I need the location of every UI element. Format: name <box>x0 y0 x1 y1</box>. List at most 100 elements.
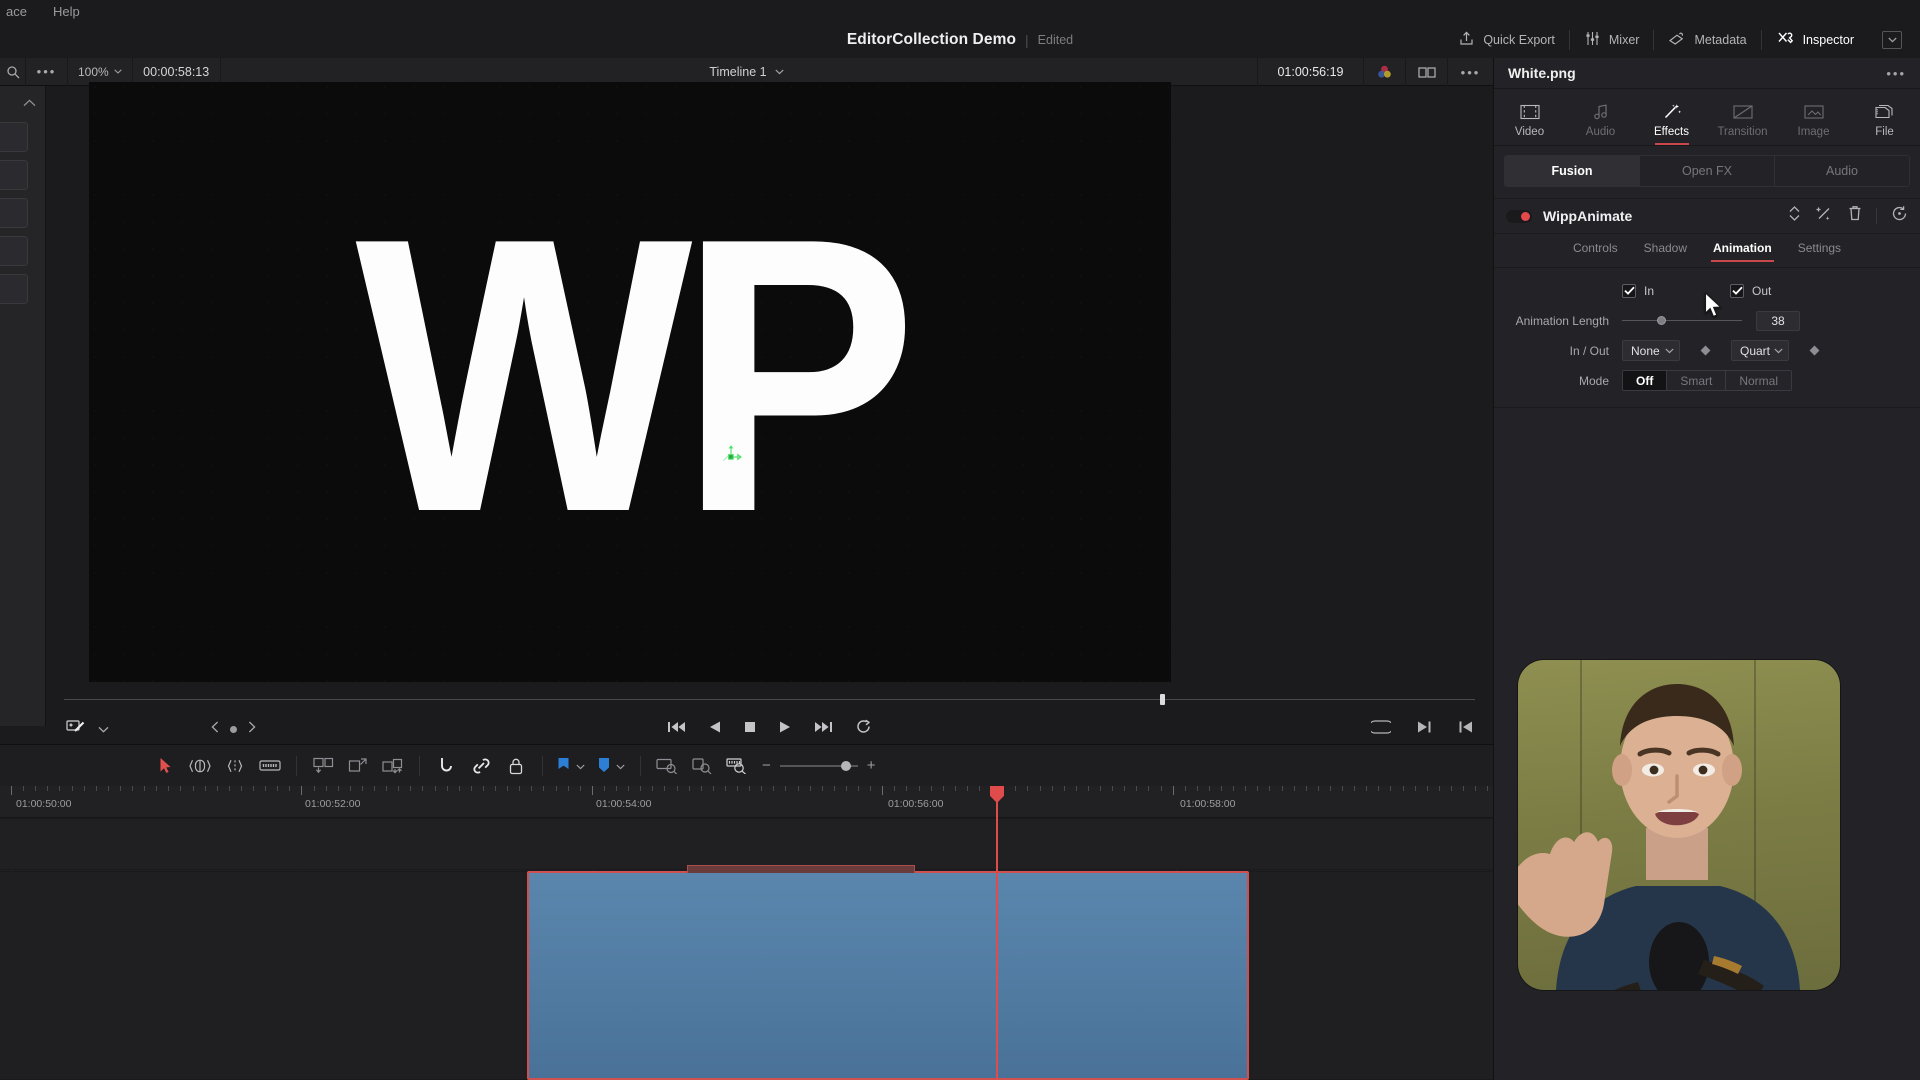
chevrons-updown-icon[interactable] <box>1788 205 1801 227</box>
tab-file[interactable]: File <box>1849 103 1920 145</box>
media-pool-item[interactable] <box>0 236 28 266</box>
collapse-panel-button[interactable] <box>21 96 37 110</box>
jump-to-start-button[interactable] <box>667 720 686 739</box>
transform-gizmo-icon[interactable] <box>718 440 744 466</box>
overwrite-clip-button[interactable] <box>343 752 373 780</box>
safe-area-button[interactable] <box>1368 719 1394 739</box>
zoom-out-button[interactable]: − <box>762 757 771 774</box>
animation-length-slider[interactable] <box>1622 314 1742 328</box>
loop-button[interactable] <box>855 719 872 739</box>
current-timecode[interactable]: 01:00:56:19 <box>1257 58 1363 86</box>
chevron-down-icon[interactable] <box>774 69 784 75</box>
zoom-slider-knob[interactable] <box>840 760 851 771</box>
mark-out-button[interactable] <box>1417 720 1432 739</box>
custom-zoom-icon <box>726 758 746 774</box>
tab-audio[interactable]: Audio <box>1565 104 1636 145</box>
dynamic-trim-tool[interactable] <box>220 752 250 780</box>
timeline-ruler[interactable]: 01:00:50:00 01:00:52:00 01:00:54:00 01:00:5… <box>0 786 1493 818</box>
in-checkbox[interactable] <box>1622 283 1636 298</box>
media-pool-item[interactable] <box>0 122 28 152</box>
split-view-button[interactable] <box>1405 58 1447 86</box>
title-bar: EditorCollection Demo | Edited Quick Exp… <box>0 22 1920 58</box>
trim-edit-tool[interactable] <box>185 752 215 780</box>
zoom-to-fit-button[interactable] <box>652 752 682 780</box>
viewer-more-button[interactable]: ••• <box>1447 58 1493 86</box>
snapping-toggle[interactable] <box>431 752 461 780</box>
linked-selection-toggle[interactable] <box>466 752 496 780</box>
timeline-tracks[interactable] <box>0 818 1493 1080</box>
media-pool-item[interactable] <box>0 274 28 304</box>
insert-clip-button[interactable] <box>308 752 338 780</box>
viewer-canvas[interactable]: WP <box>89 82 1171 682</box>
tab-effects-label: Effects <box>1654 126 1689 138</box>
chevron-down-icon[interactable] <box>616 757 625 775</box>
detail-zoom-button[interactable] <box>687 752 717 780</box>
inspector-button[interactable]: Inspector <box>1762 22 1868 58</box>
reset-icon[interactable] <box>1891 205 1908 227</box>
custom-zoom-button[interactable] <box>722 752 752 780</box>
flag-button[interactable] <box>554 752 573 780</box>
subtab-shadow[interactable]: Shadow <box>1642 241 1689 255</box>
mode-option-normal[interactable]: Normal <box>1726 371 1792 390</box>
panel-caret-button[interactable] <box>1882 31 1902 49</box>
tab-video[interactable]: Video <box>1494 104 1565 145</box>
viewer-scrubber[interactable] <box>64 694 1475 705</box>
out-checkbox[interactable] <box>1730 283 1744 298</box>
replace-clip-button[interactable] <box>378 752 408 780</box>
ellipsis-icon[interactable]: ••• <box>1886 66 1906 81</box>
playhead[interactable] <box>990 786 1004 1080</box>
mode-option-smart[interactable]: Smart <box>1667 371 1727 390</box>
color-management-button[interactable] <box>1363 58 1405 86</box>
tab-openfx[interactable]: Open FX <box>1640 156 1775 186</box>
out-easing-dropdown[interactable]: Quart <box>1731 340 1789 361</box>
tab-effects[interactable]: Effects <box>1636 103 1707 145</box>
slider-knob[interactable] <box>1656 316 1666 325</box>
stop-button[interactable] <box>743 720 757 739</box>
lock-track-toggle[interactable] <box>501 752 531 780</box>
out-keyframe-button[interactable] <box>1809 345 1820 356</box>
animation-length-input[interactable]: 38 <box>1756 310 1800 331</box>
tab-image[interactable]: Image <box>1778 104 1849 145</box>
blade-edit-tool[interactable] <box>255 752 285 780</box>
media-pool-item[interactable] <box>0 198 28 228</box>
play-button[interactable] <box>779 720 792 739</box>
viewer-options-button[interactable]: ••• <box>26 57 68 86</box>
mixer-button[interactable]: Mixer <box>1570 22 1654 58</box>
selection-tool[interactable] <box>150 752 180 780</box>
tab-fusion[interactable]: Fusion <box>1505 156 1640 186</box>
out-checkbox-group[interactable]: Out <box>1730 283 1771 298</box>
zoom-slider-track[interactable] <box>779 760 858 771</box>
subtab-controls[interactable]: Controls <box>1571 241 1620 255</box>
out-easing-value: Quart <box>1740 343 1771 358</box>
zoom-in-button[interactable]: + <box>867 757 876 774</box>
scrubber-handle[interactable] <box>1160 694 1165 705</box>
effect-enable-toggle[interactable] <box>1506 209 1532 223</box>
chevron-down-icon[interactable] <box>576 757 585 775</box>
timeline-clip[interactable] <box>527 871 1249 1080</box>
subtab-settings[interactable]: Settings <box>1796 241 1843 255</box>
magic-keyframe-icon[interactable] <box>1815 205 1834 227</box>
in-keyframe-button[interactable] <box>1700 345 1711 356</box>
in-easing-dropdown[interactable]: None <box>1622 340 1680 361</box>
toggles-group <box>431 752 531 780</box>
menu-item-workspace[interactable]: ace <box>0 4 33 19</box>
tab-audio-fx[interactable]: Audio <box>1775 156 1909 186</box>
trash-icon[interactable] <box>1848 205 1862 227</box>
mark-in-button[interactable] <box>1458 720 1473 739</box>
play-reverse-button[interactable] <box>708 720 721 739</box>
transition-icon <box>1732 105 1753 119</box>
arrow-cursor-icon <box>160 758 170 773</box>
marker-button[interactable] <box>594 752 613 780</box>
track-row-upper[interactable] <box>0 818 1493 870</box>
subtab-animation[interactable]: Animation <box>1711 241 1774 262</box>
search-button[interactable] <box>0 57 26 86</box>
media-pool-item[interactable] <box>0 160 28 190</box>
quick-export-button[interactable]: Quick Export <box>1444 22 1569 58</box>
mode-option-off[interactable]: Off <box>1623 371 1668 390</box>
metadata-button[interactable]: Metadata <box>1654 22 1760 58</box>
menu-item-help[interactable]: Help <box>47 4 86 19</box>
timeline-zoom-slider[interactable]: − + <box>762 757 876 774</box>
tab-transition[interactable]: Transition <box>1707 104 1778 145</box>
jump-to-end-button[interactable] <box>814 720 833 739</box>
viewer-bottom-right <box>1368 719 1473 739</box>
